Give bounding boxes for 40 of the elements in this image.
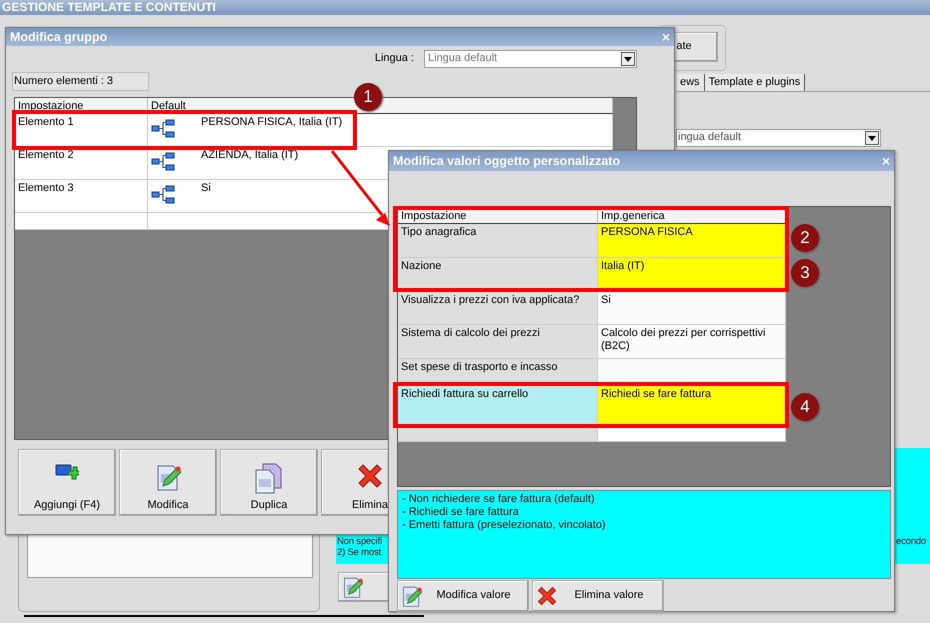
delete-value-button[interactable]: Elimina valore [532,580,664,612]
language-label: Lingua : [374,52,414,66]
table-cell: Richiedi fattura su carrello [398,386,598,426]
table-cell: AZIENDA, Italia (IT) [201,149,298,162]
table-cell: Sistema di calcolo dei prezzi [398,325,598,359]
app-title: GESTIONE TEMPLATE E CONTENUTI [0,0,930,15]
description-text: - Emetti fattura (preselezionato, vincolato) [402,519,607,533]
delete-x-icon [356,462,384,490]
table-cell: PERSONA FISICA, Italia (IT) [201,116,342,130]
edit-button[interactable]: Modifica [119,449,217,516]
table-cell: Si [598,292,786,325]
tree-icon [151,185,175,205]
table-cell: Elemento 2 [15,147,148,180]
delete-x-icon [536,585,558,607]
table-cell: Elemento 1 [15,114,148,147]
tree-icon [151,152,175,172]
tab[interactable]: ews [676,74,705,91]
document-pencil-icon [342,575,363,599]
table-cell: Richiedi se fare fattura [598,386,786,426]
language-select[interactable]: ingua default [676,129,881,147]
edit-value-button[interactable]: Modifica valore [397,580,529,612]
dialog-title: Modifica gruppo [10,30,108,44]
table-cell: Tipo anagrafica [398,224,598,258]
table-cell: Elemento 3 [15,180,148,213]
table-cell: PERSONA FISICA [598,224,786,258]
add-button[interactable]: Aggiungi (F4) [18,449,116,516]
help-text: 2) Se most [337,547,381,559]
table-cell: Calcolo dei prezzi per corrispettivi (B2C) [598,325,786,359]
document-pencil-icon [401,584,422,608]
help-text: econdo [896,536,926,548]
dialog-title: Modifica valori oggetto personalizzato [393,154,620,168]
copy-documents-icon [254,462,284,494]
tree-icon [151,119,175,139]
table-cell: Si [201,182,211,196]
help-text: Non specifi [337,536,382,548]
table-cell: Visualizza i prezzi con iva applicata? [398,292,598,325]
language-select[interactable]: Lingua default [424,50,637,68]
count-label: Numero elementi : 3 [12,72,149,91]
duplicate-button[interactable]: Duplica [220,449,318,516]
tab[interactable]: Template e plugins [704,74,806,91]
